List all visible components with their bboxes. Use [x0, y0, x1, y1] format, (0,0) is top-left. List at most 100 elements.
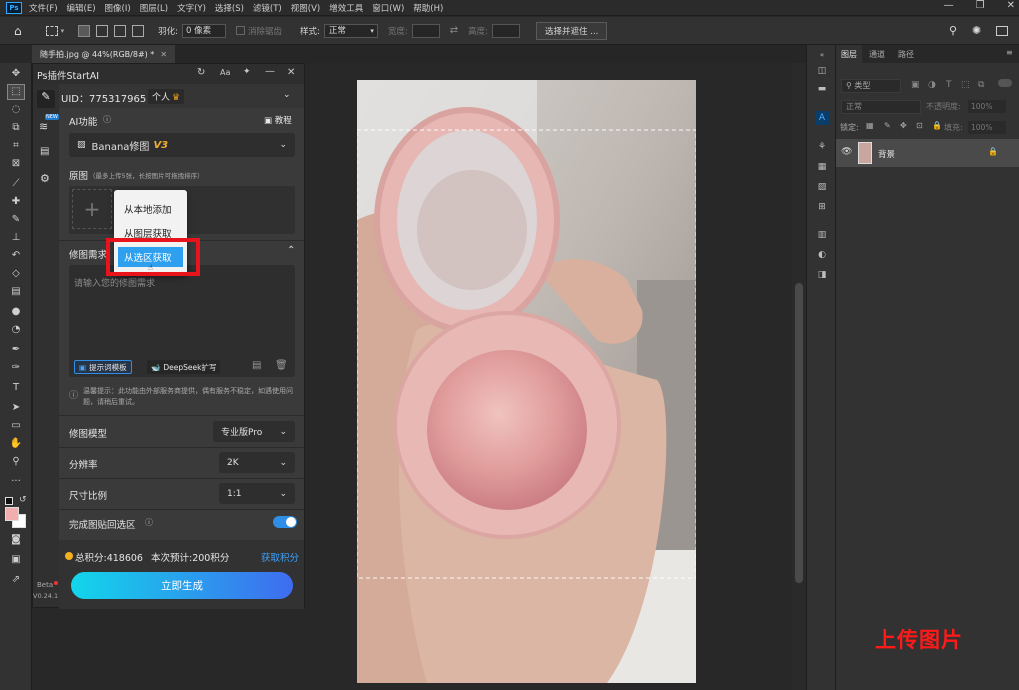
eyedropper-tool-icon[interactable]: ⟋ [8, 177, 24, 191]
share-icon[interactable]: ⇗ [8, 573, 24, 587]
minimize-panel-icon[interactable]: — [265, 66, 275, 77]
stamp-tool-icon[interactable]: ⊥ [8, 231, 24, 245]
table-icon[interactable]: ⊞ [815, 201, 829, 213]
lightbulb-icon[interactable]: ✺ [972, 24, 981, 37]
panel-menu-icon[interactable]: ≡ [1006, 48, 1013, 57]
lasso-tool-icon[interactable]: ◌ [8, 103, 24, 117]
scrollbar-thumb[interactable] [795, 283, 803, 583]
screen-mode-icon[interactable]: ▣ [8, 553, 24, 567]
menu-select[interactable]: 选择(S) [215, 2, 244, 14]
maximize-icon[interactable]: ❐ [976, 0, 985, 11]
canvas-vertical-scrollbar[interactable] [792, 63, 806, 690]
filter-toggle[interactable] [998, 79, 1012, 87]
rect-marquee-tool-icon[interactable]: ⬚ [7, 84, 25, 100]
type-filter-icon[interactable]: T [946, 80, 952, 90]
tab-document[interactable]: 随手拍.jpg @ 44%(RGB/8#) * ✕ [32, 45, 176, 63]
get-points-link[interactable]: 获取积分 [261, 550, 299, 564]
minimize-icon[interactable]: — [944, 0, 954, 11]
shape-tool-icon[interactable]: ▭ [8, 419, 24, 433]
info-icon[interactable]: ⓘ [103, 114, 111, 125]
more-tools-icon[interactable]: ··· [8, 475, 24, 489]
tab-channels[interactable]: 通道 [869, 49, 885, 60]
generate-button[interactable]: 立即生成 [71, 572, 293, 599]
shape-filter-icon[interactable]: ⬚ [961, 80, 970, 90]
menu-file[interactable]: 文件(F) [29, 2, 58, 14]
layers-stack-icon[interactable]: ≋ [39, 120, 48, 133]
refresh-icon[interactable]: ↻ [197, 67, 205, 78]
lock-position-icon[interactable]: ✥ [900, 121, 907, 130]
width-input[interactable] [411, 23, 440, 38]
tutorial-link[interactable]: ▣ 教程 [264, 114, 292, 126]
expand-panels-icon[interactable]: « [815, 49, 829, 61]
history-brush-icon[interactable]: ↶ [8, 249, 24, 263]
add-selection-icon[interactable] [96, 24, 109, 37]
chevron-down-icon[interactable]: ▾ [61, 27, 65, 35]
brush-tool-icon[interactable]: ✎ [8, 213, 24, 227]
opacity-input[interactable]: 100% [968, 100, 1006, 113]
feather-input[interactable]: 0 像素 [182, 23, 227, 38]
crop-tool-icon[interactable]: ⌗ [8, 139, 24, 153]
grid-icon[interactable]: ▦ [815, 161, 829, 173]
brush-settings-icon[interactable]: ⚘ [815, 141, 829, 153]
quick-mask-icon[interactable]: ◙ [8, 533, 24, 547]
requirement-textarea[interactable]: 请输入您的修图需求 ▣ 提示词模板 🐋 DeepSeek扩写 ▤ 🗑 [69, 265, 295, 377]
edit-icon[interactable]: ✎ [37, 90, 55, 108]
home-icon[interactable]: ⌂ [14, 24, 22, 38]
menu-window[interactable]: 窗口(W) [372, 2, 404, 14]
move-tool-icon[interactable]: ✥ [8, 67, 24, 81]
history-panel-icon[interactable]: ◫ [815, 65, 829, 77]
close-icon[interactable]: ✕ [160, 50, 167, 59]
intersect-selection-icon[interactable] [132, 24, 145, 37]
swap-icon[interactable]: ⇄ [450, 25, 458, 36]
chevron-up-icon[interactable]: ⌃ [287, 245, 295, 256]
tab-paths[interactable]: 路径 [898, 49, 914, 60]
history-icon[interactable]: ▤ [252, 360, 261, 371]
path-select-icon[interactable]: ➤ [8, 401, 24, 415]
gradient-tool-icon[interactable]: ▤ [8, 285, 24, 299]
trash-icon[interactable]: 🗑 [275, 360, 288, 371]
pin-icon[interactable]: ✦ [243, 67, 251, 77]
default-colors-icon[interactable] [5, 497, 13, 505]
height-input[interactable] [492, 23, 521, 38]
ai-model-select[interactable]: ▨ Banana修图 V3 ⌄ [69, 133, 295, 157]
dodge-tool-icon[interactable]: ◔ [8, 323, 24, 337]
adjustments-icon[interactable]: ◐ [815, 249, 829, 261]
add-image-button[interactable]: + [72, 189, 112, 229]
pen-tool-icon[interactable]: ✒ [8, 343, 24, 357]
ratio-select[interactable]: 1:1 ⌄ [219, 483, 295, 504]
healing-brush-icon[interactable]: ✚ [8, 195, 24, 209]
deepseek-expand-button[interactable]: 🐋 DeepSeek扩写 [147, 360, 221, 374]
libraries-icon[interactable]: ▥ [815, 229, 829, 241]
paste-back-toggle[interactable] [273, 516, 297, 528]
canvas-photo[interactable] [357, 80, 696, 683]
close-window-icon[interactable]: ✕ [1007, 0, 1015, 11]
adjust-filter-icon[interactable]: ◑ [928, 80, 936, 90]
lock-transparency-icon[interactable]: ▦ [866, 121, 874, 130]
frame-tool-icon[interactable]: ⊠ [8, 157, 24, 171]
startai-logo-icon[interactable]: A [815, 111, 829, 125]
model-select[interactable]: 专业版Pro ⌄ [213, 421, 295, 442]
settings-gear-icon[interactable]: ⚙ [40, 172, 50, 185]
swap-colors-icon[interactable]: ↺ [19, 495, 27, 505]
lock-all-icon[interactable]: 🔒 [932, 121, 942, 130]
menu-help[interactable]: 帮助(H) [413, 2, 443, 14]
chevron-down-icon[interactable]: ⌄ [283, 90, 291, 100]
lock-pixels-icon[interactable]: ✎ [884, 121, 891, 130]
menu-view[interactable]: 视图(V) [291, 2, 320, 14]
search-icon[interactable]: ⚲ [949, 24, 957, 37]
select-and-mask-button[interactable]: 选择并遮住 ... [536, 21, 608, 40]
blend-mode-select[interactable]: 正常 [841, 100, 921, 114]
gradient-panel-icon[interactable]: ▨ [815, 181, 829, 193]
pixel-filter-icon[interactable]: ▣ [911, 80, 920, 90]
popup-item-local[interactable]: 从本地添加 [118, 199, 183, 219]
menu-layer[interactable]: 图层(L) [140, 2, 168, 14]
hand-tool-icon[interactable]: ✋ [8, 437, 24, 451]
eye-icon[interactable]: 👁 [841, 147, 852, 157]
menu-edit[interactable]: 编辑(E) [67, 2, 96, 14]
lock-artboard-icon[interactable]: ⊡ [916, 121, 923, 130]
document-icon[interactable]: ▤ [40, 146, 49, 157]
layer-row-background[interactable]: 👁 背景 🔒 [836, 139, 1019, 167]
pen-alt-icon[interactable]: ✑ [8, 361, 24, 375]
layer-kind-filter[interactable]: ⚲ 类型 [841, 79, 901, 93]
antialias-checkbox[interactable] [236, 26, 246, 35]
